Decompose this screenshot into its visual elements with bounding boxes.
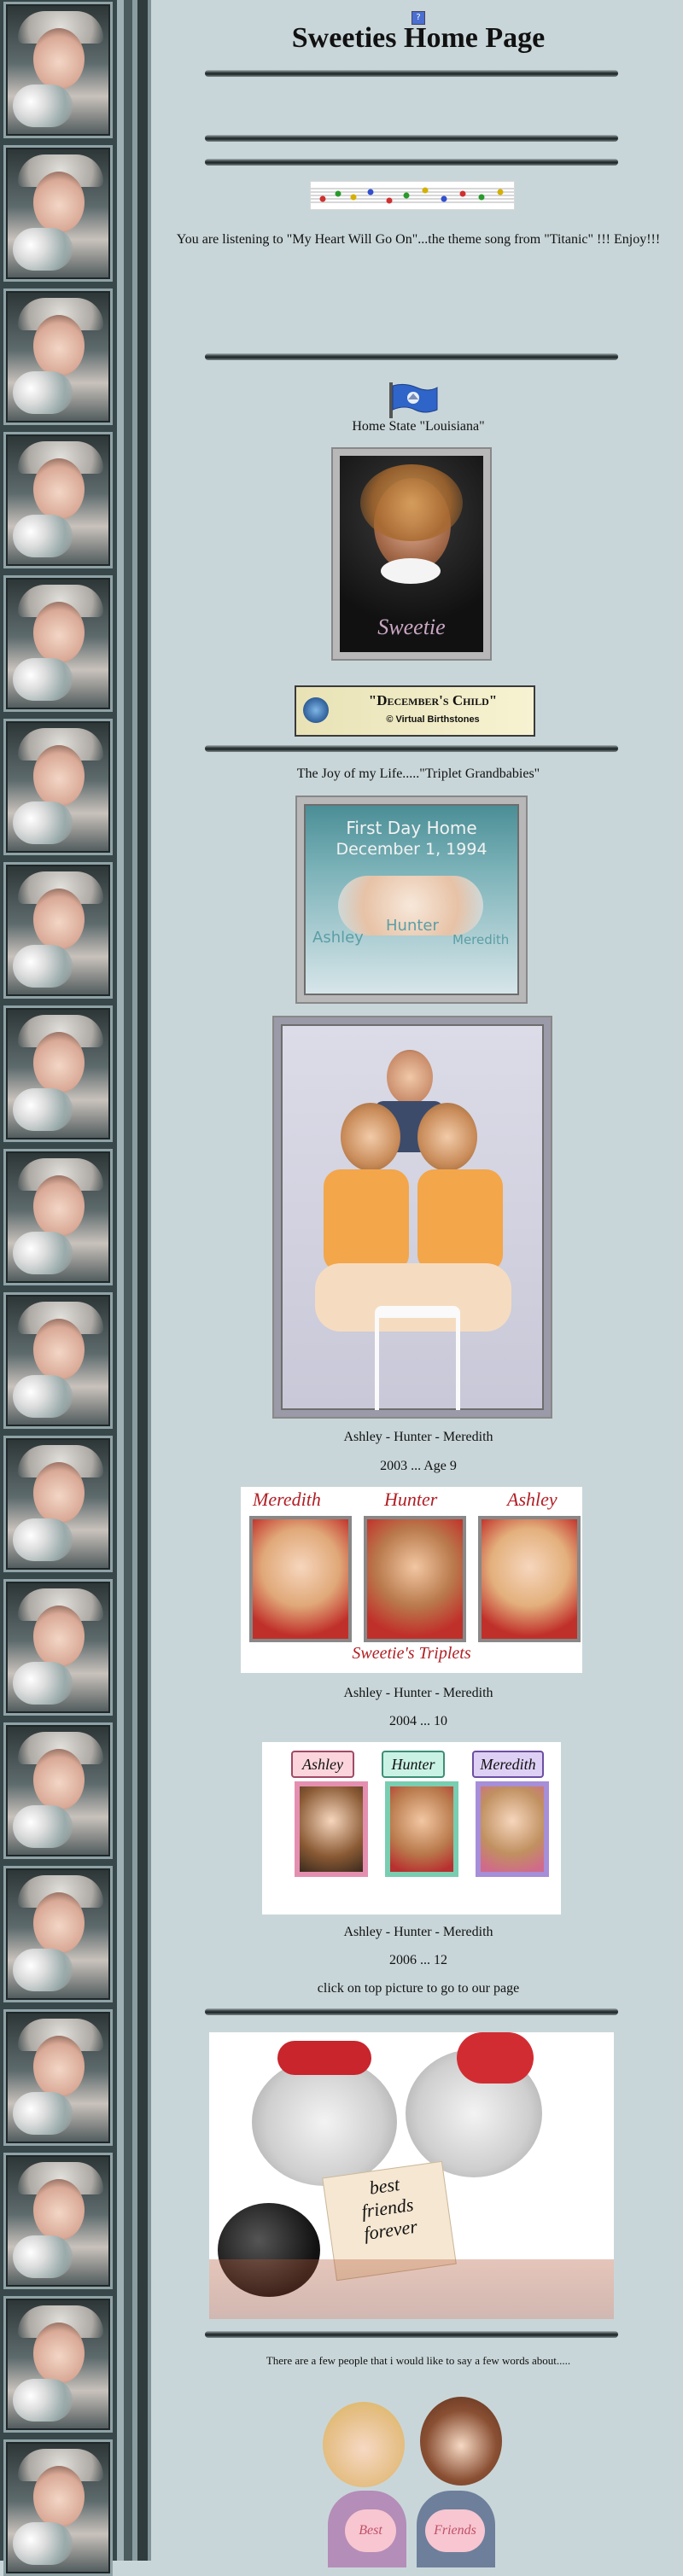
portrait-signature: Sweetie — [377, 615, 446, 639]
border-portrait-tile — [3, 575, 113, 712]
photo-column — [0, 0, 117, 2576]
border-portrait-tile — [3, 1722, 113, 1859]
page-title-wrap: Sweeties Home Page — [154, 22, 683, 55]
baby-name-ashley: Ashley — [312, 929, 364, 947]
photo-caption-names-2004: Ashley - Hunter - Meredith — [343, 1686, 493, 1700]
photo-caption-names-2006: Ashley - Hunter - Meredith — [343, 1925, 493, 1939]
louisiana-flag-image — [388, 381, 439, 418]
border-portrait-tile — [3, 1866, 113, 2002]
girls-label-right: Friends — [425, 2509, 485, 2552]
divider — [205, 159, 618, 166]
grandbabies-heading: The Joy of my Life....."Triplet Grandbab… — [296, 766, 540, 781]
divider — [205, 745, 618, 752]
frame-2004-footer: Sweetie's Triplets — [352, 1644, 471, 1663]
border-stripe — [137, 0, 148, 2561]
first-day-home-photo: First Day Home December 1, 1994 Ashley H… — [297, 797, 526, 1002]
link-hint: click on top picture to go to our page — [317, 1981, 520, 1996]
border-portrait-tile — [3, 2009, 113, 2146]
border-stripe — [117, 0, 124, 2561]
border-portrait-tile — [3, 2439, 113, 2576]
border-portrait-tile — [3, 2153, 113, 2289]
few-words-text: There are a few people that i would like… — [266, 2354, 571, 2367]
border-portrait-tile — [3, 2, 113, 138]
divider — [205, 353, 618, 360]
border-portrait-tile — [3, 1579, 113, 1716]
photo-caption-year-2004: 2004 ... 10 — [389, 1714, 447, 1728]
triplets-2003-photo[interactable] — [274, 1017, 551, 1417]
music-notice: You are listening to "My Heart Will Go O… — [176, 232, 661, 247]
birthstone-banner[interactable]: "December's Child" © Virtual Birthstones — [295, 685, 535, 737]
frame-2004-label-meredith: Meredith — [253, 1489, 321, 1510]
photo-caption-year-2006: 2006 ... 12 — [389, 1953, 447, 1967]
birthstone-title: "December's Child" — [368, 692, 498, 708]
border-portrait-tile — [3, 145, 113, 282]
left-border — [0, 0, 154, 2576]
border-portrait-tile — [3, 719, 113, 855]
frame-2006-label-meredith: Meredith — [472, 1751, 544, 1778]
frame-2006-label-ashley: Ashley — [291, 1751, 354, 1778]
triplets-2006-photo: Ashley Hunter Meredith — [262, 1742, 561, 1915]
baby-name-hunter: Hunter — [386, 917, 439, 935]
portrait-photo: Sweetie — [333, 449, 490, 659]
border-portrait-tile — [3, 2296, 113, 2433]
border-portrait-tile — [3, 432, 113, 568]
border-portrait-tile — [3, 1005, 113, 1142]
border-stripe — [124, 0, 132, 2561]
divider — [205, 2331, 618, 2338]
best-friends-girls-image: Best Friends — [316, 2390, 509, 2567]
frame-2006-label-hunter: Hunter — [382, 1751, 445, 1778]
border-portrait-tile — [3, 1292, 113, 1429]
first-day-title: First Day Home — [346, 818, 477, 838]
border-stripe — [148, 0, 151, 2561]
border-portrait-tile — [3, 288, 113, 425]
border-portrait-tile — [3, 1436, 113, 1572]
first-day-date: December 1, 1994 — [336, 840, 487, 859]
divider — [205, 70, 618, 77]
border-portrait-tile — [3, 862, 113, 999]
triplets-2004-photo: Meredith Hunter Ashley Sweetie's Triplet… — [241, 1487, 582, 1673]
divider — [205, 135, 618, 142]
page-title: Sweeties Home Page — [291, 22, 546, 54]
girls-label-left: Best — [345, 2509, 396, 2552]
baby-name-meredith: Meredith — [452, 932, 510, 947]
music-notes-image — [310, 181, 515, 210]
photo-caption-names-2003: Ashley - Hunter - Meredith — [343, 1430, 493, 1444]
frame-2004-label-hunter: Hunter — [384, 1489, 438, 1510]
frame-2004-label-ashley: Ashley — [507, 1489, 557, 1510]
best-friends-bears-image: best friends forever — [209, 2032, 614, 2319]
home-state-caption: Home State "Louisiana" — [352, 419, 485, 434]
photo-caption-year-2003: 2003 ... Age 9 — [380, 1459, 457, 1473]
divider — [205, 2008, 618, 2015]
birthstone-gem-icon — [303, 697, 329, 723]
border-portrait-tile — [3, 1149, 113, 1285]
birthstone-credit: © Virtual Birthstones — [386, 714, 480, 725]
